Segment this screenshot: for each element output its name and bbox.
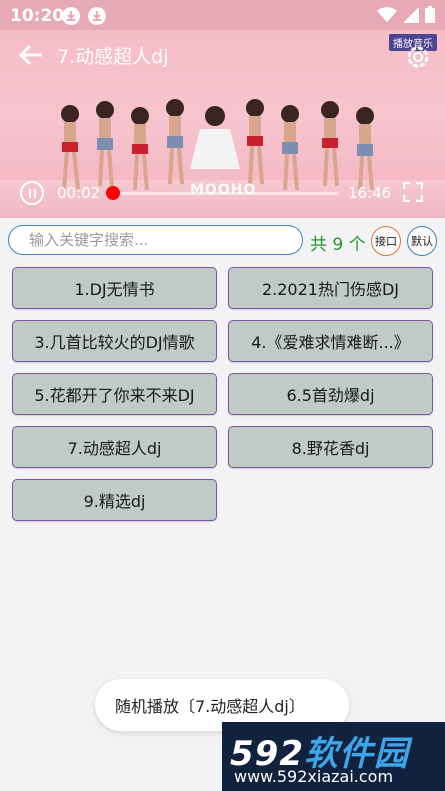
download-icon (62, 7, 80, 25)
back-arrow-icon[interactable] (18, 44, 44, 66)
song-item[interactable]: 9.精选dj (12, 479, 217, 521)
song-item[interactable]: 5.花都开了你来不来DJ (12, 373, 217, 415)
result-count: 共 9 个 (310, 235, 366, 255)
search-input[interactable] (8, 225, 303, 255)
fullscreen-icon[interactable] (403, 182, 423, 202)
battery-icon (425, 6, 435, 23)
song-item[interactable]: 6.5首劲爆dj (228, 373, 433, 415)
total-time: 16:46 (348, 184, 392, 202)
song-item[interactable]: 1.DJ无情书 (12, 267, 217, 309)
video-player[interactable]: 7.动感超人dj 播放音乐 MOOHO 00:02 16:46 (0, 30, 445, 218)
signal-icon (403, 6, 419, 23)
song-item[interactable]: 7.动感超人dj (12, 426, 217, 468)
default-button[interactable]: 默认 (407, 226, 437, 256)
song-item[interactable]: 2.2021热门伤感DJ (228, 267, 433, 309)
status-time: 10:20 (10, 6, 65, 26)
site-logo-url: www.592xiazai.com (234, 767, 394, 786)
video-title: 7.动感超人dj (57, 46, 169, 68)
song-item[interactable]: 3.几首比较火的DJ情歌 (12, 320, 217, 362)
download-icon-2 (88, 7, 106, 25)
song-item[interactable]: 8.野花香dj (228, 426, 433, 468)
pause-button[interactable] (20, 181, 44, 205)
api-button[interactable]: 接口 (371, 226, 401, 256)
song-item[interactable]: 4.《爱难求情难断...》 (228, 320, 433, 362)
progress-thumb[interactable] (106, 186, 121, 200)
player-controls: 00:02 16:46 (0, 178, 445, 212)
settings-gear-icon[interactable] (405, 44, 431, 70)
status-bar: 10:20 (0, 0, 445, 30)
search-row: 共 9 个 接口 默认 (0, 224, 445, 260)
current-time: 00:02 (57, 184, 101, 202)
wifi-icon (377, 6, 397, 22)
progress-track[interactable] (113, 192, 338, 195)
site-logo: 592软件园 www.592xiazai.com (222, 722, 445, 791)
